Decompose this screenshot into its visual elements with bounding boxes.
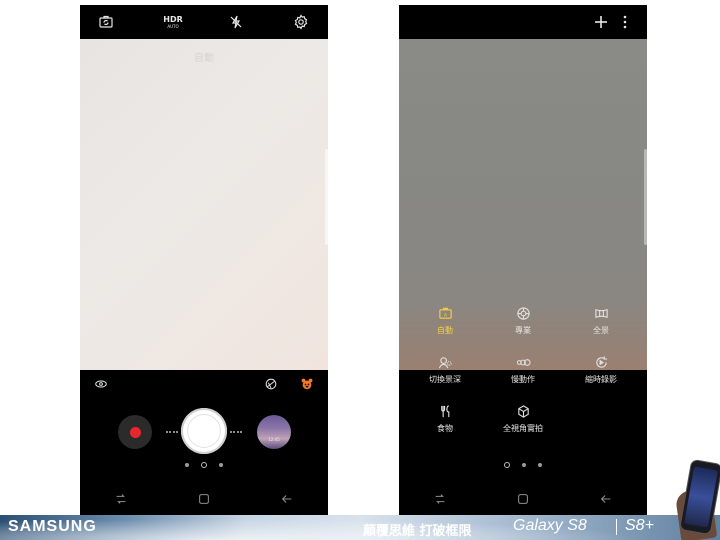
settings-icon[interactable] xyxy=(291,12,311,32)
mode-label: 專業 xyxy=(515,326,531,335)
hyperlapse-icon xyxy=(561,353,641,371)
hdr-auto-icon[interactable]: HDR AUTO xyxy=(162,12,184,32)
more-vert-icon[interactable] xyxy=(615,12,635,32)
mode-label: 縮時錄影 xyxy=(585,375,617,384)
page-indicator xyxy=(80,462,328,468)
hdr-sub-label: AUTO xyxy=(167,23,179,29)
selective-focus-icon xyxy=(405,353,485,371)
home-icon[interactable] xyxy=(194,489,214,509)
model-name-s8plus: S8+ xyxy=(625,517,654,534)
slow-motion-icon xyxy=(483,353,563,371)
shutter-button[interactable] xyxy=(181,408,227,454)
back-icon[interactable] xyxy=(596,489,616,509)
filter-icon[interactable] xyxy=(263,376,279,392)
mode-food[interactable]: 食物 xyxy=(405,402,485,434)
record-dot-icon xyxy=(129,426,141,438)
mode-selective-focus[interactable]: 切換景深 xyxy=(405,353,485,385)
panorama-icon xyxy=(561,304,641,322)
gallery-thumbnail[interactable]: 12:45 xyxy=(257,415,291,449)
shutter-drag-hint xyxy=(230,431,242,433)
mode-indicator: 自動 xyxy=(194,53,214,64)
edge-panel-handle[interactable] xyxy=(325,149,328,245)
model-separator xyxy=(616,519,617,535)
mode-label: 自動 xyxy=(437,326,453,335)
mode-label: 食物 xyxy=(437,424,453,433)
banner-tagline: 顛覆思維 打破框限 xyxy=(363,524,472,539)
page-dot xyxy=(219,463,223,467)
gallery-caption: 12:45 xyxy=(268,437,280,442)
edge-panel-handle[interactable] xyxy=(644,149,647,245)
svg-text:A: A xyxy=(443,312,447,318)
banner-background xyxy=(0,515,720,540)
page-dot xyxy=(185,463,189,467)
model-name-s8: Galaxy S8 xyxy=(513,517,587,534)
shutter-inner-ring xyxy=(187,414,221,448)
page-dot xyxy=(522,463,526,467)
camera-screen-left: HDR AUTO 自動 12:45 xyxy=(80,5,328,515)
mode-pro[interactable]: 專業 xyxy=(483,304,563,336)
camera-screen-right: A 自動 專業 全景 切換景深 慢動作 縮時錄影 食物 全視角實拍 xyxy=(399,5,647,515)
hdr-label: HDR xyxy=(163,14,183,24)
food-icon xyxy=(405,402,485,420)
shutter-drag-hint xyxy=(166,431,178,433)
navigation-bar xyxy=(80,483,328,515)
page-indicator xyxy=(399,462,647,468)
mode-slow-motion[interactable]: 慢動作 xyxy=(483,353,563,385)
mode-hyperlapse[interactable]: 縮時錄影 xyxy=(561,353,641,385)
page: HDR AUTO 自動 12:45 A 自動 專業 全景 切換景深 慢動作 縮時… xyxy=(0,0,720,540)
mode-label: 慢動作 xyxy=(511,375,535,384)
navigation-bar xyxy=(399,483,647,515)
sticker-icon[interactable] xyxy=(299,376,315,392)
pro-mode-icon xyxy=(483,304,563,322)
samsung-banner: SAMSUNG 顛覆思維 打破框限 Galaxy S8 S8+ xyxy=(0,515,720,540)
recent-apps-icon[interactable] xyxy=(111,489,131,509)
flash-off-icon[interactable] xyxy=(226,12,246,32)
plus-icon[interactable] xyxy=(591,12,611,32)
recent-apps-icon[interactable] xyxy=(430,489,450,509)
page-dot-current xyxy=(201,462,207,468)
auto-mode-icon: A xyxy=(405,304,485,322)
camera-viewfinder[interactable]: 自動 xyxy=(80,39,328,370)
virtual-shot-icon xyxy=(483,402,563,420)
samsung-logo: SAMSUNG xyxy=(8,518,97,535)
back-icon[interactable] xyxy=(277,489,297,509)
mode-label: 全視角實拍 xyxy=(503,424,543,433)
page-dot-current xyxy=(504,462,510,468)
mode-panorama[interactable]: 全景 xyxy=(561,304,641,336)
page-dot xyxy=(538,463,542,467)
mode-auto[interactable]: A 自動 xyxy=(405,304,485,336)
mode-virtual-shot[interactable]: 全視角實拍 xyxy=(483,402,563,434)
mode-label: 全景 xyxy=(593,326,609,335)
mode-topbar xyxy=(399,5,647,39)
bixby-vision-icon[interactable] xyxy=(93,376,109,392)
record-button[interactable] xyxy=(118,415,152,449)
home-icon[interactable] xyxy=(513,489,533,509)
mode-label: 切換景深 xyxy=(429,375,461,384)
switch-camera-icon[interactable] xyxy=(96,12,116,32)
camera-topbar: HDR AUTO xyxy=(80,5,328,39)
